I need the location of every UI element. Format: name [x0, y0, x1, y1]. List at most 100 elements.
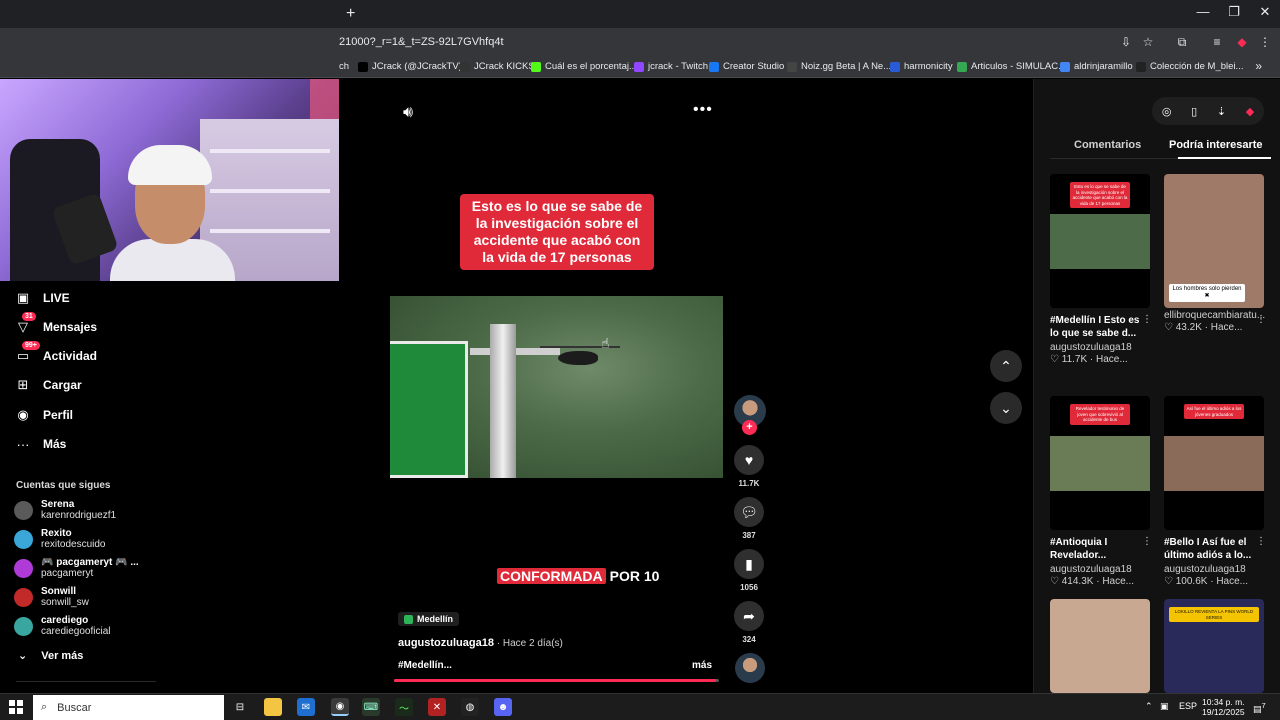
restore-icon[interactable]: ❐ [1219, 4, 1249, 20]
bookmark-item[interactable]: JCrack (@JCrackTV)... [358, 61, 470, 72]
install-icon[interactable]: ⇩ [1118, 34, 1134, 50]
see-more-link[interactable]: más [692, 660, 712, 671]
like-button[interactable]: ♥ [734, 445, 764, 475]
save-button[interactable]: ▮ [734, 549, 764, 579]
card-more-icon[interactable]: ⋮ [1142, 536, 1152, 547]
follow-button[interactable]: + [742, 420, 757, 435]
discord-icon[interactable]: ☻ [494, 698, 512, 716]
video-progress-bar[interactable] [394, 679, 719, 682]
nvidia-icon[interactable]: 〜 [395, 698, 413, 716]
tab-comments[interactable]: Comentarios [1074, 139, 1141, 151]
volume-icon[interactable]: 🔊︎ [403, 104, 413, 122]
profile-avatar-icon[interactable]: ◆ [1234, 34, 1250, 50]
see-more-accounts-button[interactable]: ⌄ Ver más [18, 649, 83, 663]
video-author[interactable]: augustozuluaga18 [398, 637, 494, 649]
video-thumbnail[interactable]: Esto es lo que se sabe de la investigaci… [1050, 174, 1150, 308]
phone-icon[interactable]: ▯ [1191, 105, 1197, 118]
game-app-icon[interactable]: ✕ [428, 698, 446, 716]
taskbar-clock[interactable]: 10:34 p. m. 19/12/2025 [1202, 697, 1245, 717]
card-author[interactable]: augustozuluaga18 [1050, 342, 1154, 353]
card-more-icon[interactable]: ⋮ [1142, 314, 1152, 325]
tray-chevron-icon[interactable]: ⌃ [1145, 701, 1153, 712]
card-more-icon[interactable]: ⋮ [1256, 314, 1266, 325]
compass-tool-icon[interactable]: ◎ [1162, 105, 1172, 118]
avatar [14, 529, 33, 549]
file-explorer-icon[interactable] [264, 698, 282, 716]
bookmark-item[interactable]: JCrack KICKS [460, 61, 535, 72]
sidebar-item-ms[interactable]: ··· Más [16, 434, 67, 454]
recommended-video-card[interactable] [1050, 599, 1154, 693]
bookmark-star-icon[interactable]: ☆ [1140, 34, 1156, 50]
video-thumbnail[interactable] [1050, 599, 1150, 693]
address-bar[interactable]: 21000?_r=1&_t=ZS-92L7GVhfq4t [339, 36, 504, 48]
close-icon[interactable]: ✕ [1250, 4, 1280, 20]
obs-icon[interactable]: ◍ [461, 698, 479, 716]
sidebar-item-live[interactable]: ▣ LIVE [16, 288, 70, 308]
media-icon[interactable]: ≡ [1209, 34, 1225, 50]
card-author[interactable]: ellibroquecambiaratu... [1164, 310, 1268, 321]
like-count: 11.7K [738, 479, 760, 488]
bookmark-item[interactable]: Articulos - SIMULAC... [957, 61, 1066, 72]
sidebar-item-actividad[interactable]: ▭ 99+ Actividad [16, 341, 97, 366]
followed-account[interactable]: Sonwill sonwill_sw [14, 586, 89, 608]
account-handle: rexitodescuido [41, 539, 106, 550]
language-indicator[interactable]: ESP [1179, 701, 1197, 711]
sidebar-item-perfil[interactable]: ◉ Perfil [16, 405, 73, 425]
network-icon[interactable]: ▣ [1160, 701, 1169, 712]
bookmark-icon: ▮ [745, 555, 753, 572]
bookmark-item[interactable]: aldrinjaramillo [1060, 61, 1133, 72]
tab-podria-interesarte[interactable]: Podría interesarte [1169, 139, 1263, 151]
bookmarks-more-icon[interactable]: » [1255, 59, 1262, 73]
extensions-icon[interactable]: ⧉ [1174, 34, 1190, 50]
bookmark-item[interactable]: Creator Studio [709, 61, 784, 72]
bookmark-item[interactable]: harmonicity [890, 61, 953, 72]
notification-count: 7 [1261, 701, 1266, 710]
terminal-icon[interactable]: ⌨ [362, 698, 380, 716]
followed-account[interactable]: 🎮 pacgameryt 🎮 ... pacgameryt [14, 557, 139, 579]
recommended-video-card[interactable]: Esto es lo que se sabe de la investigaci… [1050, 174, 1154, 365]
account-handle: karenrodriguezf1 [41, 510, 117, 521]
new-tab-button[interactable]: + [346, 5, 355, 23]
minimize-icon[interactable]: — [1188, 4, 1218, 19]
video-thumbnail[interactable]: LOKILLO REVIENTA LA PINS WORLD SERIES [1164, 599, 1264, 693]
comment-button[interactable]: 💬︎ [734, 497, 764, 527]
card-more-icon[interactable]: ⋮ [1256, 536, 1266, 547]
bookmark-item[interactable]: Colección de M_blei... [1136, 61, 1243, 72]
followed-account[interactable]: Rexito rexitodescuido [14, 528, 105, 550]
next-video-button[interactable]: ⌄ [990, 392, 1022, 424]
previous-video-button[interactable]: ⌃ [990, 350, 1022, 382]
followed-account[interactable]: carediego carediegooficial [14, 615, 111, 637]
mail-icon[interactable]: ✉ [297, 698, 315, 716]
app-logo-icon[interactable]: ◆ [1246, 105, 1254, 118]
taskbar-search[interactable]: ⌕ Buscar [33, 695, 224, 720]
chrome-icon[interactable]: ◉ [331, 698, 349, 716]
bookmark-item[interactable]: Noiz.gg Beta | A Ne... [787, 61, 891, 72]
recommended-video-card[interactable]: LOKILLO REVIENTA LA PINS WORLD SERIES [1164, 599, 1268, 693]
recommended-video-card[interactable]: Los hombres solo pierden ✖ ellibroquecamb… [1164, 174, 1268, 333]
live-icon: ▣ [16, 290, 30, 305]
bookmark-item[interactable]: ch [339, 61, 349, 72]
menu-icon[interactable]: ⋮ [1257, 34, 1273, 50]
share-button[interactable]: ➦ [734, 601, 764, 631]
location-tag[interactable]: Medellín [398, 612, 460, 626]
followed-account[interactable]: Serena karenrodriguezf1 [14, 499, 116, 521]
video-thumbnail[interactable]: Revelador testimonio de joven que sobrev… [1050, 396, 1150, 530]
task-view-icon[interactable]: ⊟ [231, 698, 249, 716]
video-clip[interactable] [390, 296, 723, 478]
windows-start-icon[interactable] [9, 700, 23, 714]
card-author[interactable]: augustozuluaga18 [1164, 564, 1268, 575]
sidebar-item-mensajes[interactable]: ▽ 31 Mensajes [16, 312, 97, 337]
sidebar-item-cargar[interactable]: ⊞ Cargar [16, 375, 82, 395]
video-thumbnail[interactable]: Así fue el último adiós a los jóvenes gr… [1164, 396, 1264, 530]
recommended-video-card[interactable]: Así fue el último adiós a los jóvenes gr… [1164, 396, 1268, 587]
recommended-video-card[interactable]: Revelador testimonio de joven que sobrev… [1050, 396, 1154, 587]
bookmark-item[interactable]: jcrack - Twitch [634, 61, 708, 72]
more-options-icon[interactable]: ••• [693, 101, 713, 119]
card-author[interactable]: augustozuluaga18 [1050, 564, 1154, 575]
music-disc-avatar[interactable] [735, 653, 765, 683]
download-icon[interactable]: ⇣ [1217, 105, 1226, 118]
video-thumbnail[interactable]: Los hombres solo pierden ✖ [1164, 174, 1264, 308]
notifications-icon[interactable]: ▤7 [1253, 701, 1266, 715]
bookmark-item[interactable]: Cuál es el porcentaj... [531, 61, 637, 72]
save-action: ▮ 1056 [734, 549, 764, 592]
